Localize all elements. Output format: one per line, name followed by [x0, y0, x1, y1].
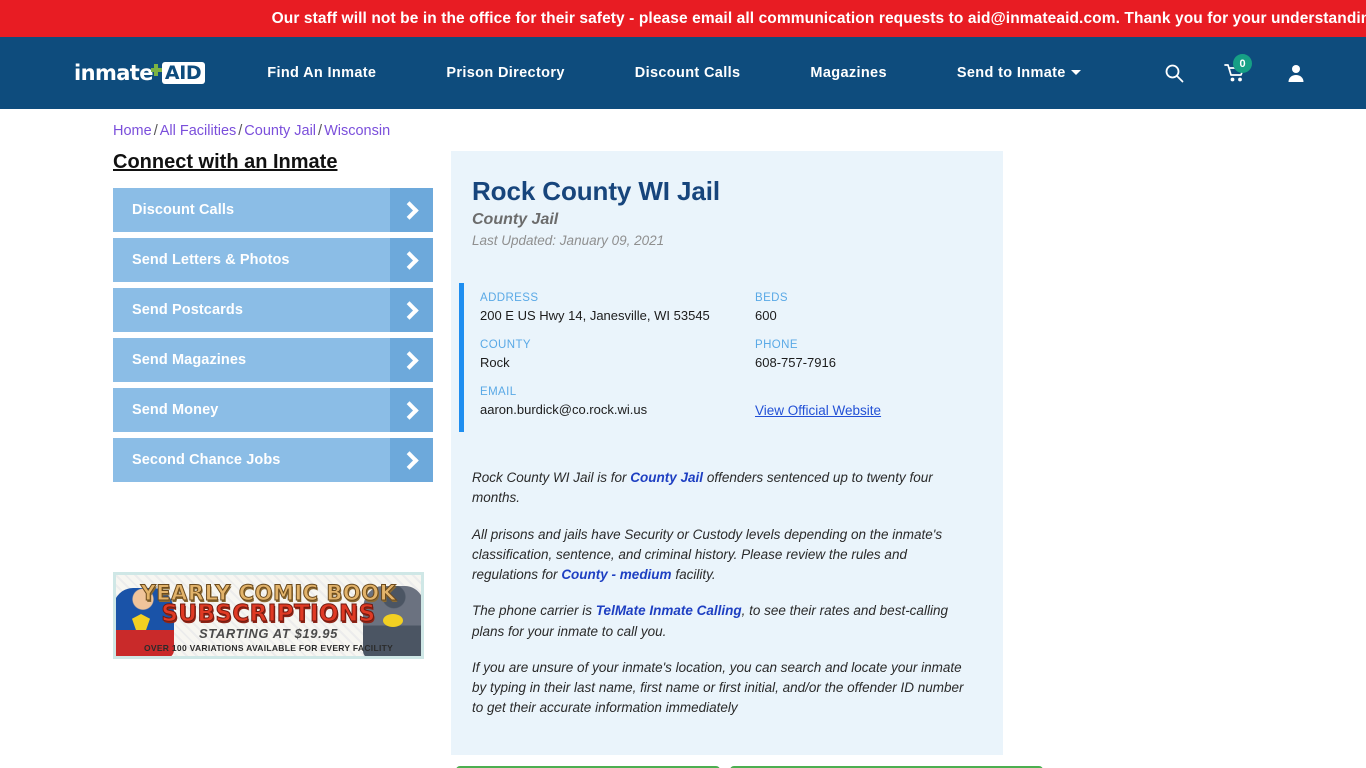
facility-type: County Jail [472, 211, 559, 228]
facility-card: Rock County WI Jail County Jail Last Upd… [451, 151, 1003, 755]
nav-item-find-an-inmate[interactable]: Find An Inmate [267, 65, 376, 81]
user-icon[interactable] [1286, 63, 1306, 83]
sidebar-item-label: Send Magazines [132, 352, 247, 368]
chevron-right-icon [390, 438, 433, 482]
facility-info-block: ADDRESS 200 E US Hwy 14, Janesville, WI … [459, 283, 1003, 432]
desc-p2-text-b: facility. [671, 567, 716, 582]
logo-word-aid: AID [161, 62, 206, 84]
info-label: ADDRESS [480, 292, 539, 304]
site-logo[interactable]: inmate AID [74, 61, 206, 85]
breadcrumb: Home / All Facilities / County Jail / Wisconsi… [113, 123, 390, 139]
sidebar-item-send-money[interactable]: Send Money [113, 388, 433, 432]
info-official-website: View Official Website [755, 386, 1003, 420]
desc-p2-link-county-medium[interactable]: County - medium [561, 567, 671, 582]
page-title: Rock County WI Jail [472, 176, 721, 206]
description-paragraph-2: All prisons and jails have Security or C… [472, 525, 965, 586]
nav-item-prison-directory[interactable]: Prison Directory [446, 65, 564, 81]
info-phone: PHONE 608-757-7916 [755, 339, 1003, 370]
sidebar-item-label: Second Chance Jobs [132, 452, 281, 468]
sidebar-item-label: Send Postcards [132, 302, 243, 318]
nav-item-send-to-inmate[interactable]: Send to Inmate [957, 65, 1081, 81]
comic-book-ad-banner[interactable]: YEARLY COMIC BOOK SUBSCRIPTIONS STARTING… [113, 572, 424, 659]
description-paragraph-4: If you are unsure of your inmate's locat… [472, 659, 964, 716]
sidebar-item-send-postcards[interactable]: Send Postcards [113, 288, 433, 332]
description-paragraph-3: The phone carrier is TelMate Inmate Call… [472, 601, 965, 642]
sidebar-item-discount-calls[interactable]: Discount Calls [113, 188, 433, 232]
navbar-links: Find An Inmate Prison Directory Discount… [267, 65, 1081, 81]
info-value: 600 [755, 308, 777, 323]
desc-p1-link-county-jail[interactable]: County Jail [630, 470, 703, 485]
desc-p1-text-a: Rock County WI Jail is for [472, 470, 631, 485]
chevron-down-icon [1070, 70, 1081, 75]
cart-count-badge: 0 [1233, 54, 1252, 73]
site-alert-text: Our staff will not be in the office for … [271, 9, 1366, 27]
breadcrumb-item-all-facilities[interactable]: All Facilities [160, 123, 237, 139]
breadcrumb-separator: / [318, 123, 323, 139]
info-email: EMAIL aaron.burdick@co.rock.wi.us [480, 386, 755, 420]
facility-last-updated: Last Updated: January 09, 2021 [472, 233, 665, 248]
facility-info-grid: ADDRESS 200 E US Hwy 14, Janesville, WI … [464, 292, 1003, 420]
info-address: ADDRESS 200 E US Hwy 14, Janesville, WI … [480, 292, 755, 323]
info-value: 200 E US Hwy 14, Janesville, WI 53545 [480, 308, 710, 323]
sidebar-item-send-magazines[interactable]: Send Magazines [113, 338, 433, 382]
breadcrumb-item-home[interactable]: Home [113, 123, 152, 139]
ad-price-line: STARTING AT $19.95 [199, 626, 338, 641]
breadcrumb-item-wisconsin[interactable]: Wisconsin [324, 123, 390, 139]
sidebar-title: Connect with an Inmate [113, 151, 338, 173]
info-label: BEDS [755, 292, 788, 304]
breadcrumb-item-county-jail[interactable]: County Jail [244, 123, 316, 139]
sidebar-item-send-letters-photos[interactable]: Send Letters & Photos [113, 238, 433, 282]
info-value: 608-757-7916 [755, 355, 836, 370]
facility-description: Rock County WI Jail is for County Jail o… [451, 432, 1003, 719]
nav-item-send-to-inmate-label: Send to Inmate [956, 65, 1066, 81]
chevron-right-icon [390, 288, 433, 332]
nav-item-discount-calls[interactable]: Discount Calls [635, 65, 741, 81]
ad-subtext: OVER 100 VARIATIONS AVAILABLE FOR EVERY … [143, 643, 394, 653]
nav-item-magazines[interactable]: Magazines [810, 65, 886, 81]
info-county: COUNTY Rock [480, 339, 755, 370]
sidebar-item-label: Send Money [132, 402, 219, 418]
sidebar-item-second-chance-jobs[interactable]: Second Chance Jobs [113, 438, 433, 482]
chevron-right-icon [390, 238, 433, 282]
info-label: COUNTY [480, 339, 531, 351]
main-navbar: inmate AID Find An Inmate Prison Directo… [0, 37, 1366, 109]
site-alert-banner: Our staff will not be in the office for … [0, 0, 1366, 37]
info-value: Rock [480, 355, 510, 370]
description-paragraph-1: Rock County WI Jail is for County Jail o… [472, 468, 965, 509]
desc-p3-link-telmate[interactable]: TelMate Inmate Calling [596, 603, 742, 618]
logo-word-inmate: inmate [74, 61, 153, 85]
green-cross-icon [150, 64, 162, 76]
info-label: PHONE [755, 339, 798, 351]
cart-icon[interactable]: 0 [1224, 54, 1252, 83]
info-label: EMAIL [480, 386, 517, 398]
navbar-icon-group: 0 [1164, 54, 1306, 83]
official-website-link[interactable]: View Official Website [755, 403, 881, 418]
chevron-right-icon [390, 188, 433, 232]
info-value: aaron.burdick@co.rock.wi.us [480, 402, 648, 417]
search-icon[interactable] [1164, 63, 1184, 83]
chevron-right-icon [390, 388, 433, 432]
sidebar-item-label: Discount Calls [132, 202, 235, 218]
sidebar-item-label: Send Letters & Photos [132, 252, 290, 268]
ad-headline-line-2: SUBSCRIPTIONS [161, 601, 376, 628]
chevron-right-icon [390, 338, 433, 382]
info-beds: BEDS 600 [755, 292, 1003, 323]
desc-p3-text-a: The phone carrier is [472, 603, 596, 619]
breadcrumb-separator: / [153, 123, 158, 139]
sidebar: Connect with an Inmate Discount Calls Se… [113, 151, 433, 488]
